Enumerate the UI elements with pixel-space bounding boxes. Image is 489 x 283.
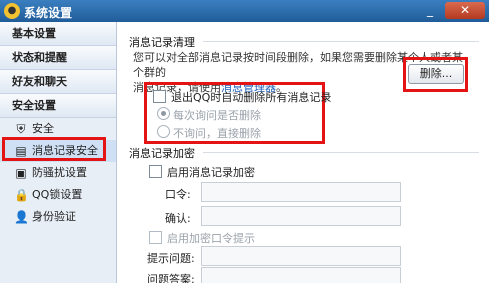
delete-button[interactable]: 删除...	[408, 64, 464, 84]
encrypt-divider	[203, 152, 479, 153]
settings-window: ● 系统设置 _ ✕ 基本设置 状态和提醒 好友和聊天 安全设置 ⛨ 安全 ▤ …	[0, 0, 489, 283]
anti-harass-icon: ▣	[15, 166, 27, 180]
sidebar-section-security[interactable]: 安全设置	[0, 94, 116, 118]
sidebar-item-identity[interactable]: 👤 身份验证	[0, 206, 116, 228]
hint-answer-label: 问题答案:	[147, 273, 195, 283]
window-title: 系统设置	[24, 6, 73, 20]
enable-hint-label: 启用加密口令提示	[167, 232, 255, 245]
direct-delete-radio[interactable]	[157, 125, 170, 138]
ask-delete-label: 每次询问是否删除	[173, 109, 261, 122]
settings-content: 消息记录清理 您可以对全部消息记录按时间段删除，如果您需要删除某个人或者某个群的…	[117, 22, 489, 283]
direct-delete-label: 不询问，直接删除	[173, 127, 261, 140]
hint-question-select[interactable]	[201, 246, 401, 266]
minimize-button[interactable]: _	[419, 2, 441, 19]
lock-icon: 🔒	[14, 188, 29, 202]
cleanup-section-title: 消息记录清理	[129, 36, 195, 49]
qq-penguin-icon: ●	[4, 3, 20, 19]
hint-answer-input[interactable]	[201, 267, 401, 283]
enable-encryption-checkbox[interactable]	[149, 165, 162, 178]
shield-icon: ⛨	[16, 122, 26, 136]
sidebar-section-status[interactable]: 状态和提醒	[0, 46, 116, 70]
sidebar-highlight	[2, 137, 106, 161]
hint-question-label: 提示问题:	[147, 252, 195, 265]
enable-encryption-label: 启用消息记录加密	[167, 166, 255, 179]
cleanup-divider	[203, 41, 479, 42]
confirm-password-input[interactable]	[201, 206, 401, 226]
sidebar-item-anti-harass[interactable]: ▣ 防骚扰设置	[0, 162, 116, 184]
enable-hint-checkbox[interactable]	[149, 231, 162, 244]
confirm-password-label: 确认:	[165, 212, 191, 225]
title-bar: ● 系统设置 _ ✕	[0, 0, 489, 22]
sidebar-section-basic[interactable]: 基本设置	[0, 22, 116, 46]
password-label: 口令:	[165, 188, 191, 201]
ask-delete-radio[interactable]	[157, 107, 170, 120]
sidebar-section-friends[interactable]: 好友和聊天	[0, 70, 116, 94]
auto-delete-checkbox[interactable]	[153, 90, 166, 103]
sidebar-item-qq-lock[interactable]: 🔒 QQ锁设置	[0, 184, 116, 206]
auto-delete-label: 退出QQ时自动删除所有消息记录	[171, 91, 332, 104]
close-button[interactable]: ✕	[445, 2, 485, 19]
person-icon: 👤	[14, 210, 29, 224]
encrypt-section-title: 消息记录加密	[129, 147, 195, 160]
password-input[interactable]	[201, 182, 401, 202]
